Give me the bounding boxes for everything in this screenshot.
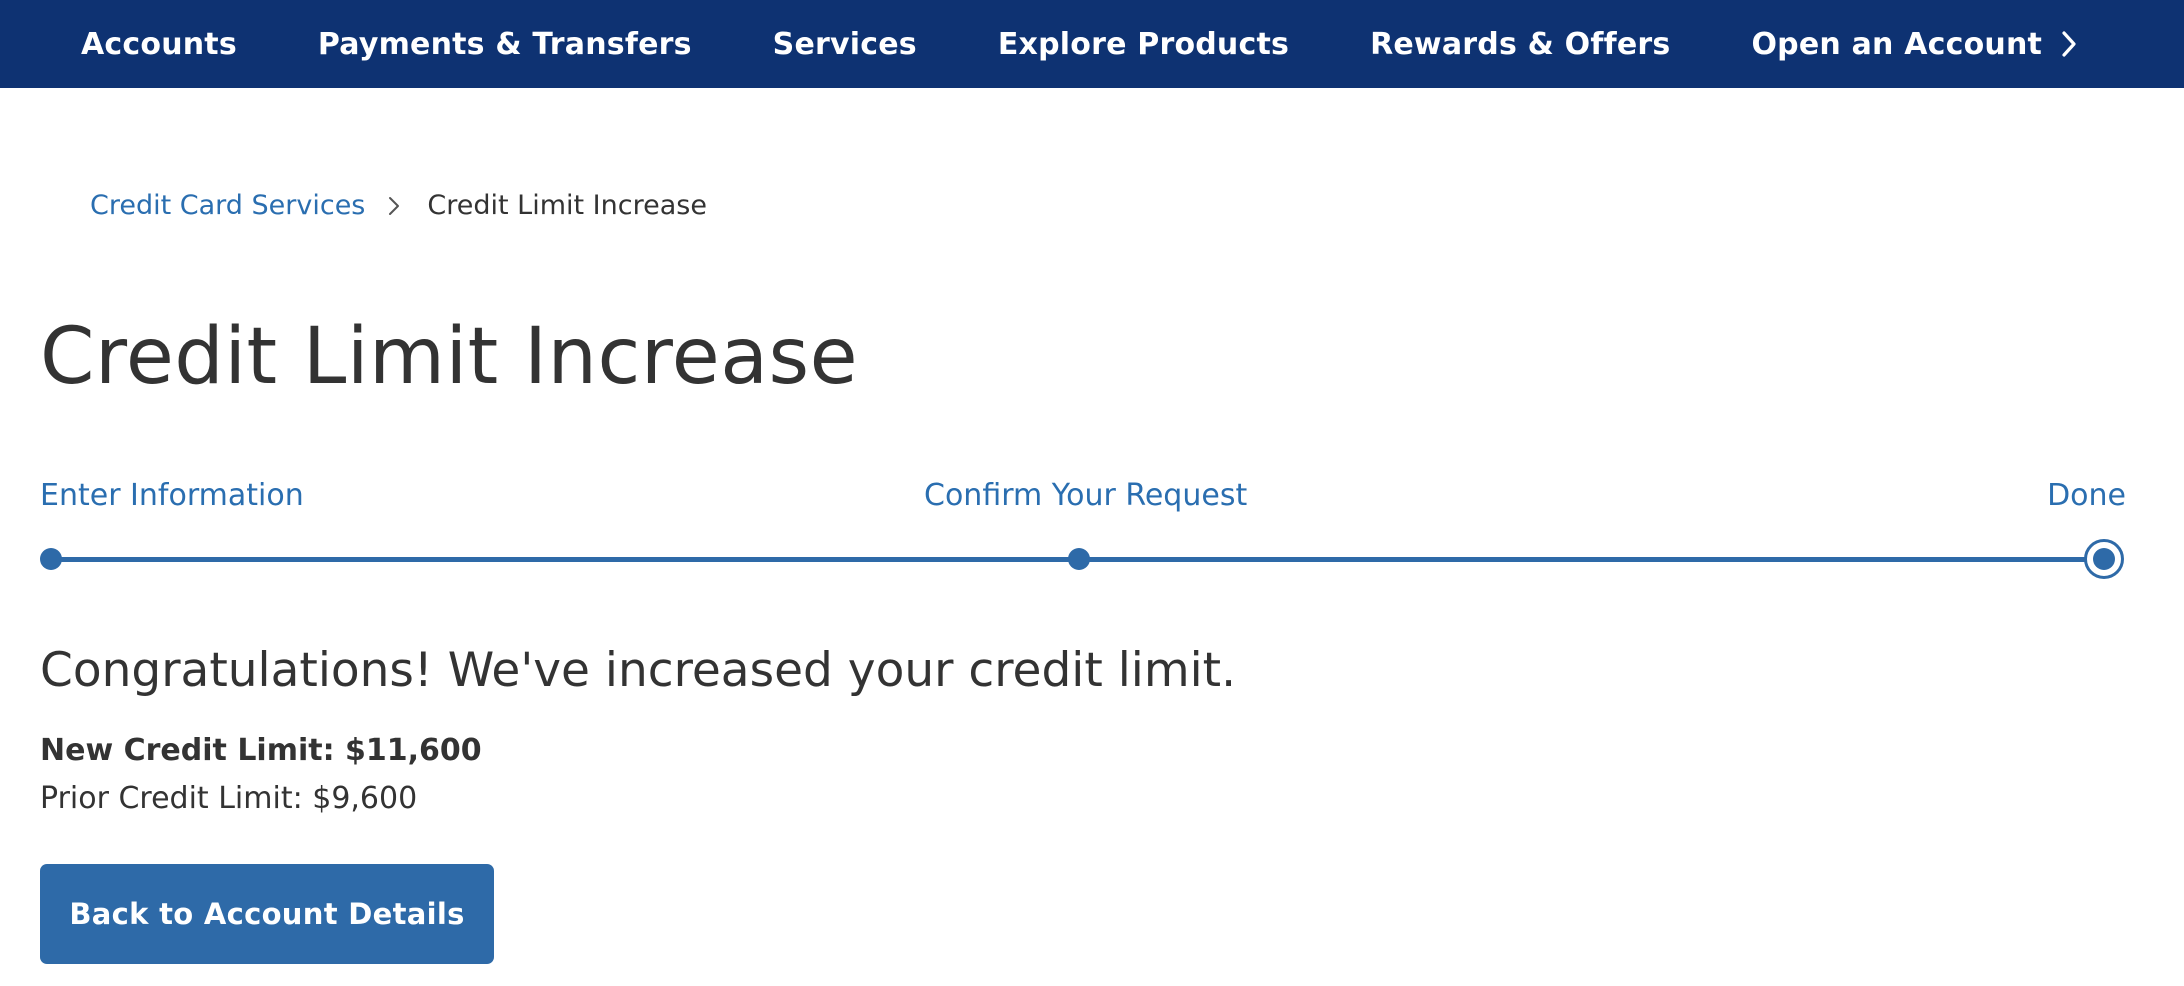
nav-item-services[interactable]: Services bbox=[773, 27, 917, 62]
step-label-done: Done bbox=[2047, 478, 2126, 513]
prior-credit-limit: Prior Credit Limit: $9,600 bbox=[40, 781, 418, 816]
progress-stepper: Enter Information Confirm Your Request D… bbox=[40, 478, 2126, 588]
step-marker-complete bbox=[1068, 548, 1090, 570]
nav-item-open-an-account-label: Open an Account bbox=[1751, 26, 2043, 62]
back-to-account-details-button[interactable]: Back to Account Details bbox=[40, 864, 494, 964]
nav-item-accounts[interactable]: Accounts bbox=[81, 27, 237, 62]
nav-item-open-an-account[interactable]: Open an Account bbox=[1751, 27, 2078, 62]
step-label-enter-information: Enter Information bbox=[40, 478, 304, 513]
nav-item-payments-transfers[interactable]: Payments & Transfers bbox=[318, 27, 692, 62]
top-navigation-bar: Accounts Payments & Transfers Services E… bbox=[0, 0, 2184, 88]
step-marker-current bbox=[2084, 539, 2124, 579]
step-marker-complete bbox=[40, 548, 62, 570]
chevron-right-icon bbox=[2062, 31, 2076, 57]
new-credit-limit: New Credit Limit: $11,600 bbox=[40, 733, 482, 768]
nav-item-rewards-offers[interactable]: Rewards & Offers bbox=[1370, 27, 1670, 62]
nav-item-explore-products[interactable]: Explore Products bbox=[998, 27, 1289, 62]
breadcrumb-link-credit-card-services[interactable]: Credit Card Services bbox=[90, 190, 365, 221]
step-label-confirm-your-request: Confirm Your Request bbox=[924, 478, 1248, 513]
breadcrumb-current-page: Credit Limit Increase bbox=[427, 190, 707, 221]
confirmation-heading: Congratulations! We've increased your cr… bbox=[40, 643, 1237, 698]
breadcrumb: Credit Card Services Credit Limit Increa… bbox=[90, 190, 707, 221]
chevron-right-icon bbox=[389, 196, 400, 215]
page-title: Credit Limit Increase bbox=[40, 312, 859, 402]
